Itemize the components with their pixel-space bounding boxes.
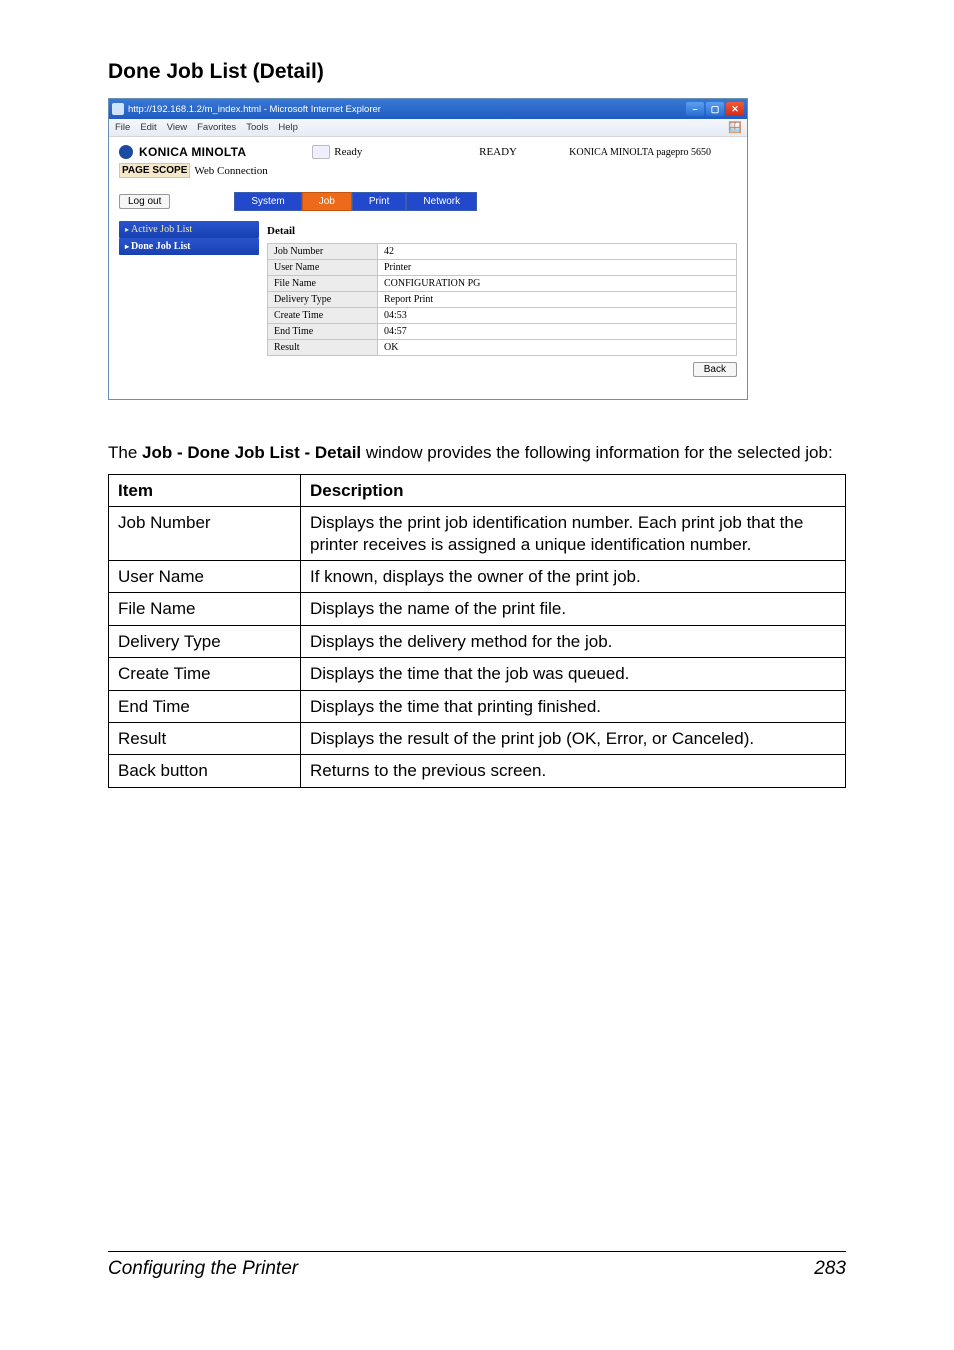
table-row: Create TimeDisplays the time that the jo…	[109, 658, 846, 690]
info-desc: Displays the time that the job was queue…	[301, 658, 846, 690]
table-row: Delivery TypeReport Print	[268, 292, 737, 308]
info-desc: Returns to the previous screen.	[301, 755, 846, 787]
menu-tools[interactable]: Tools	[246, 122, 268, 133]
info-desc: Displays the name of the print file.	[301, 593, 846, 625]
info-table: Item Description Job NumberDisplays the …	[108, 474, 846, 788]
menu-view[interactable]: View	[167, 122, 187, 133]
tab-network[interactable]: Network	[406, 192, 477, 211]
detail-key: User Name	[268, 260, 378, 276]
info-desc: Displays the time that printing finished…	[301, 690, 846, 722]
menu-favorites[interactable]: Favorites	[197, 122, 236, 133]
close-button[interactable]: ✕	[726, 102, 744, 116]
menu-edit[interactable]: Edit	[140, 122, 156, 133]
pagescope-icon: PAGE SCOPE	[119, 163, 190, 178]
menu-file[interactable]: File	[115, 122, 130, 133]
desc-bold: Job - Done Job List - Detail	[142, 443, 361, 462]
table-row: Job NumberDisplays the print job identif…	[109, 507, 846, 561]
detail-val: 04:57	[378, 324, 737, 340]
info-item: Back button	[109, 755, 301, 787]
ie-icon	[112, 103, 124, 115]
table-row: File NameCONFIGURATION PG	[268, 276, 737, 292]
detail-key: Job Number	[268, 244, 378, 260]
info-item: File Name	[109, 593, 301, 625]
desc-pre: The	[108, 443, 142, 462]
detail-val: CONFIGURATION PG	[378, 276, 737, 292]
page-content: KONICA MINOLTA Ready READY KONICA MINOLT…	[109, 137, 747, 399]
table-row: File NameDisplays the name of the print …	[109, 593, 846, 625]
tab-print[interactable]: Print	[352, 192, 407, 211]
footer-text: Configuring the Printer	[108, 1258, 298, 1280]
info-item: User Name	[109, 560, 301, 592]
sidebar-item-active-job-list[interactable]: Active Job List	[119, 221, 259, 238]
info-desc: Displays the delivery method for the job…	[301, 625, 846, 657]
menu-help[interactable]: Help	[278, 122, 298, 133]
menu-bar: File Edit View Favorites Tools Help 🪟	[109, 119, 747, 137]
detail-val: Printer	[378, 260, 737, 276]
subbrand-text: Web Connection	[194, 165, 267, 177]
info-head-item: Item	[109, 474, 301, 506]
printer-model: KONICA MINOLTA pagepro 5650	[569, 147, 711, 158]
status-big: READY	[479, 146, 517, 158]
brand-name: KONICA MINOLTA	[139, 145, 246, 159]
browser-window: http://192.168.1.2/m_index.html - Micros…	[108, 98, 748, 400]
window-titlebar: http://192.168.1.2/m_index.html - Micros…	[109, 99, 747, 119]
detail-val: Report Print	[378, 292, 737, 308]
table-row: ResultDisplays the result of the print j…	[109, 723, 846, 755]
table-row: ResultOK	[268, 340, 737, 356]
panel-title: Detail	[267, 225, 737, 237]
status-small: Ready	[334, 146, 362, 158]
page-number: 283	[814, 1258, 846, 1280]
info-head-desc: Description	[301, 474, 846, 506]
desc-post: window provides the following informatio…	[361, 443, 833, 462]
detail-key: End Time	[268, 324, 378, 340]
minimize-button[interactable]: –	[686, 102, 704, 116]
info-item: Delivery Type	[109, 625, 301, 657]
detail-key: Delivery Type	[268, 292, 378, 308]
detail-key: Create Time	[268, 308, 378, 324]
window-title: http://192.168.1.2/m_index.html - Micros…	[128, 104, 381, 115]
description-paragraph: The Job - Done Job List - Detail window …	[108, 442, 846, 464]
info-desc: Displays the result of the print job (OK…	[301, 723, 846, 755]
page-title: Done Job List (Detail)	[108, 60, 846, 84]
back-button[interactable]: Back	[693, 362, 737, 377]
info-desc: Displays the print job identification nu…	[301, 507, 846, 561]
detail-val: 04:53	[378, 308, 737, 324]
table-row: Delivery TypeDisplays the delivery metho…	[109, 625, 846, 657]
tab-system[interactable]: System	[234, 192, 301, 211]
info-item: Job Number	[109, 507, 301, 561]
sidebar-item-done-job-list[interactable]: Done Job List	[119, 238, 259, 255]
table-row: End TimeDisplays the time that printing …	[109, 690, 846, 722]
info-item: Result	[109, 723, 301, 755]
table-row: End Time04:57	[268, 324, 737, 340]
info-item: End Time	[109, 690, 301, 722]
detail-key: Result	[268, 340, 378, 356]
maximize-button[interactable]: ▢	[706, 102, 724, 116]
table-row: Create Time04:53	[268, 308, 737, 324]
table-row: User NamePrinter	[268, 260, 737, 276]
printer-icon	[312, 145, 330, 159]
info-item: Create Time	[109, 658, 301, 690]
windows-flag-icon: 🪟	[727, 120, 743, 134]
detail-val: 42	[378, 244, 737, 260]
sidebar: Active Job List Done Job List	[119, 221, 259, 381]
brand-logo-icon	[119, 145, 133, 159]
table-row: Job Number42	[268, 244, 737, 260]
logout-button[interactable]: Log out	[119, 194, 170, 209]
tab-job[interactable]: Job	[302, 192, 352, 211]
detail-table: Job Number42 User NamePrinter File NameC…	[267, 243, 737, 356]
page-footer: Configuring the Printer 283	[108, 1251, 846, 1280]
table-row: User NameIf known, displays the owner of…	[109, 560, 846, 592]
detail-val: OK	[378, 340, 737, 356]
detail-key: File Name	[268, 276, 378, 292]
info-desc: If known, displays the owner of the prin…	[301, 560, 846, 592]
table-row: Back buttonReturns to the previous scree…	[109, 755, 846, 787]
